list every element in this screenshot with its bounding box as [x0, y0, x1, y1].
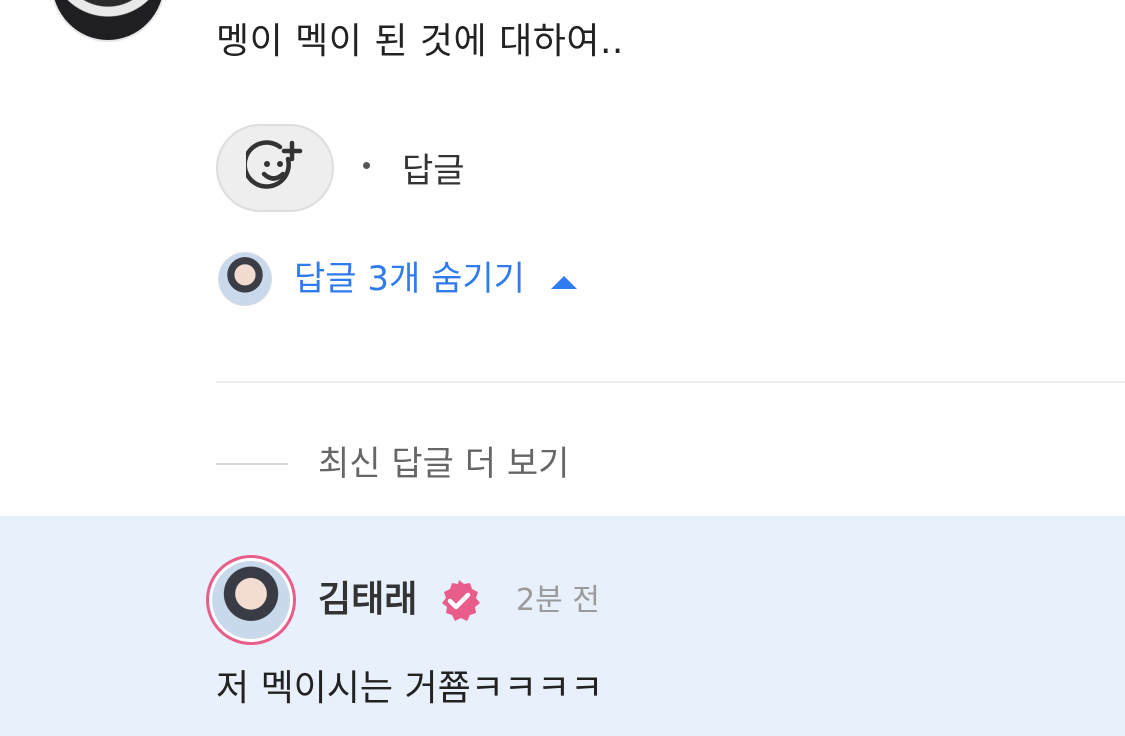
more-replies-line [216, 463, 288, 465]
hide-replies-label: 답글 3개 숨기기 [294, 259, 525, 299]
reply-timestamp: 2분 전 [516, 583, 600, 618]
smiley-plus-icon [246, 140, 303, 189]
reply-author-photo [212, 561, 290, 639]
more-replies-label: 최신 답글 더 보기 [318, 444, 570, 484]
reply-author-avatar[interactable] [206, 555, 296, 645]
reply-button[interactable]: 답글 [402, 148, 465, 194]
commenter-avatar[interactable] [50, 0, 166, 42]
add-reaction-button[interactable] [216, 124, 334, 212]
hide-replies-toggle[interactable]: 답글 3개 숨기기 [218, 252, 577, 306]
comment-text: 멩이 멕이 된 것에 대하여.. [216, 21, 624, 62]
reply-text: 저 멕이시는 거쬼ㅋㅋㅋㅋ [216, 668, 604, 709]
reply-author-name[interactable]: 김태래 [318, 576, 417, 624]
separator-dot [363, 162, 370, 169]
divider [216, 381, 1125, 383]
more-replies-button[interactable]: 최신 답글 더 보기 [216, 440, 569, 488]
replier-avatar [218, 252, 272, 306]
caret-up-icon [550, 275, 577, 289]
verified-badge-icon [442, 580, 480, 621]
